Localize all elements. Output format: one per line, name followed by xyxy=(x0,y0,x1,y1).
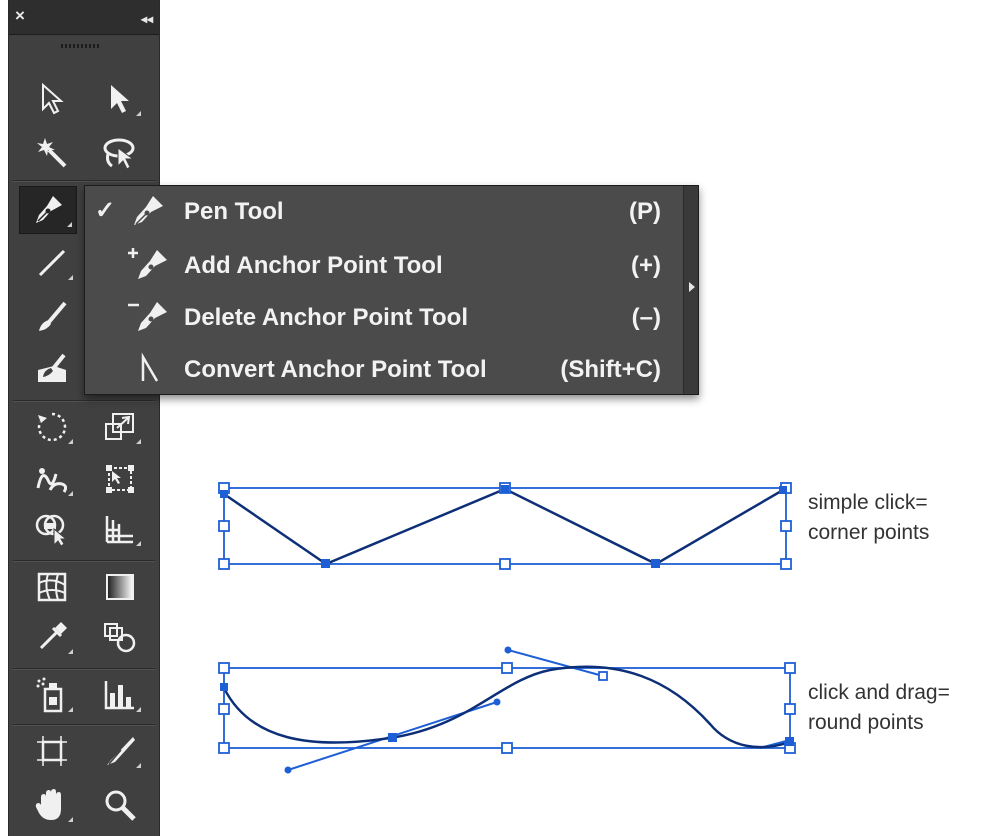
checkmark-icon: ✓ xyxy=(95,197,116,224)
gradient-icon xyxy=(106,574,134,600)
mesh-icon xyxy=(37,572,67,602)
symbol-sprayer-tool[interactable] xyxy=(27,672,77,718)
brush-icon xyxy=(39,301,67,331)
warp-tool[interactable] xyxy=(27,456,77,502)
blob-brush-icon xyxy=(38,353,66,382)
mesh-tool[interactable] xyxy=(27,564,77,610)
zoom-tool[interactable] xyxy=(95,782,145,828)
symbol-sprayer-icon xyxy=(36,677,63,713)
artboard-tool[interactable] xyxy=(27,728,77,774)
lasso-tool[interactable] xyxy=(95,130,145,176)
paintbrush-tool[interactable] xyxy=(27,294,77,340)
slice-tool[interactable] xyxy=(95,728,145,774)
hand-icon xyxy=(35,789,61,820)
slice-icon xyxy=(107,737,135,765)
caption-line: simple click= xyxy=(808,491,928,514)
convert-anchor-point-icon xyxy=(127,351,175,392)
shape-builder-icon xyxy=(35,514,68,547)
round-points-caption: click and drag= round points xyxy=(808,678,950,738)
line-segment-tool[interactable] xyxy=(27,240,77,286)
add-anchor-point-icon xyxy=(127,247,175,288)
menu-item-delete-anchor-point-tool[interactable]: Delete Anchor Point Tool (–) xyxy=(85,292,683,344)
pen-icon xyxy=(36,196,62,223)
scale-icon xyxy=(105,413,134,440)
shape-builder-tool[interactable] xyxy=(27,506,77,552)
panel-grip[interactable] xyxy=(61,44,101,48)
delete-anchor-point-icon xyxy=(127,299,175,340)
pen-tool-flyout-menu: ✓ Pen Tool (P) Add Anchor Point Tool (+) xyxy=(84,185,699,395)
column-graph-icon xyxy=(104,681,134,710)
eyedropper-tool[interactable] xyxy=(27,614,77,660)
warp-icon xyxy=(36,468,68,493)
menu-item-shortcut: (+) xyxy=(631,252,661,279)
lasso-icon xyxy=(103,138,135,170)
direct-selection-tool[interactable] xyxy=(95,76,145,122)
pen-icon xyxy=(127,193,167,234)
menu-item-shortcut: (–) xyxy=(631,304,661,331)
free-transform-tool[interactable] xyxy=(95,456,145,502)
white-arrow-icon xyxy=(111,85,129,113)
blend-tool[interactable] xyxy=(95,614,145,660)
round-points-illustration xyxy=(218,646,796,774)
caption-line: round points xyxy=(808,711,924,734)
magic-wand-icon xyxy=(37,138,67,168)
column-graph-tool[interactable] xyxy=(95,672,145,718)
tools-panel: × ◂◂ xyxy=(8,0,160,836)
blob-brush-tool[interactable] xyxy=(27,346,77,392)
corner-points-illustration xyxy=(218,482,792,570)
line-icon xyxy=(38,249,66,277)
menu-item-pen-tool[interactable]: ✓ Pen Tool (P) xyxy=(85,186,683,238)
zoom-icon xyxy=(105,790,136,821)
perspective-grid-tool[interactable] xyxy=(95,506,145,552)
blend-icon xyxy=(104,623,136,653)
menu-item-label: Add Anchor Point Tool xyxy=(184,252,443,279)
hand-tool[interactable] xyxy=(27,782,77,828)
menu-item-label: Delete Anchor Point Tool xyxy=(184,304,469,331)
menu-item-convert-anchor-point-tool[interactable]: Convert Anchor Point Tool (Shift+C) xyxy=(85,344,683,396)
selection-tool[interactable] xyxy=(27,76,77,122)
close-panel-button[interactable]: × xyxy=(15,6,25,26)
pen-tool[interactable] xyxy=(19,186,77,234)
menu-item-shortcut: (P) xyxy=(629,198,661,225)
scale-tool[interactable] xyxy=(95,404,145,450)
caption-line: click and drag= xyxy=(808,681,950,704)
rotate-icon xyxy=(37,412,67,442)
rotate-tool[interactable] xyxy=(27,404,77,450)
menu-item-shortcut: (Shift+C) xyxy=(560,356,661,383)
caption-line: corner points xyxy=(808,521,930,544)
eyedropper-icon xyxy=(39,622,67,650)
menu-item-label: Convert Anchor Point Tool xyxy=(184,356,487,383)
magic-wand-tool[interactable] xyxy=(27,130,77,176)
panel-title-bar: × ◂◂ xyxy=(9,0,159,35)
menu-item-add-anchor-point-tool[interactable]: Add Anchor Point Tool (+) xyxy=(85,240,683,292)
flyout-tearoff-strip[interactable] xyxy=(683,186,698,394)
free-transform-icon xyxy=(106,465,134,493)
menu-item-label: Pen Tool xyxy=(184,198,284,225)
tearoff-arrow-icon xyxy=(689,282,695,292)
corner-points-caption: simple click= corner points xyxy=(808,488,929,548)
artboard-icon xyxy=(37,736,67,766)
collapse-panel-button[interactable]: ◂◂ xyxy=(141,9,153,29)
gradient-tool[interactable] xyxy=(95,564,145,610)
arrow-icon xyxy=(42,83,64,115)
perspective-grid-icon xyxy=(105,516,133,544)
